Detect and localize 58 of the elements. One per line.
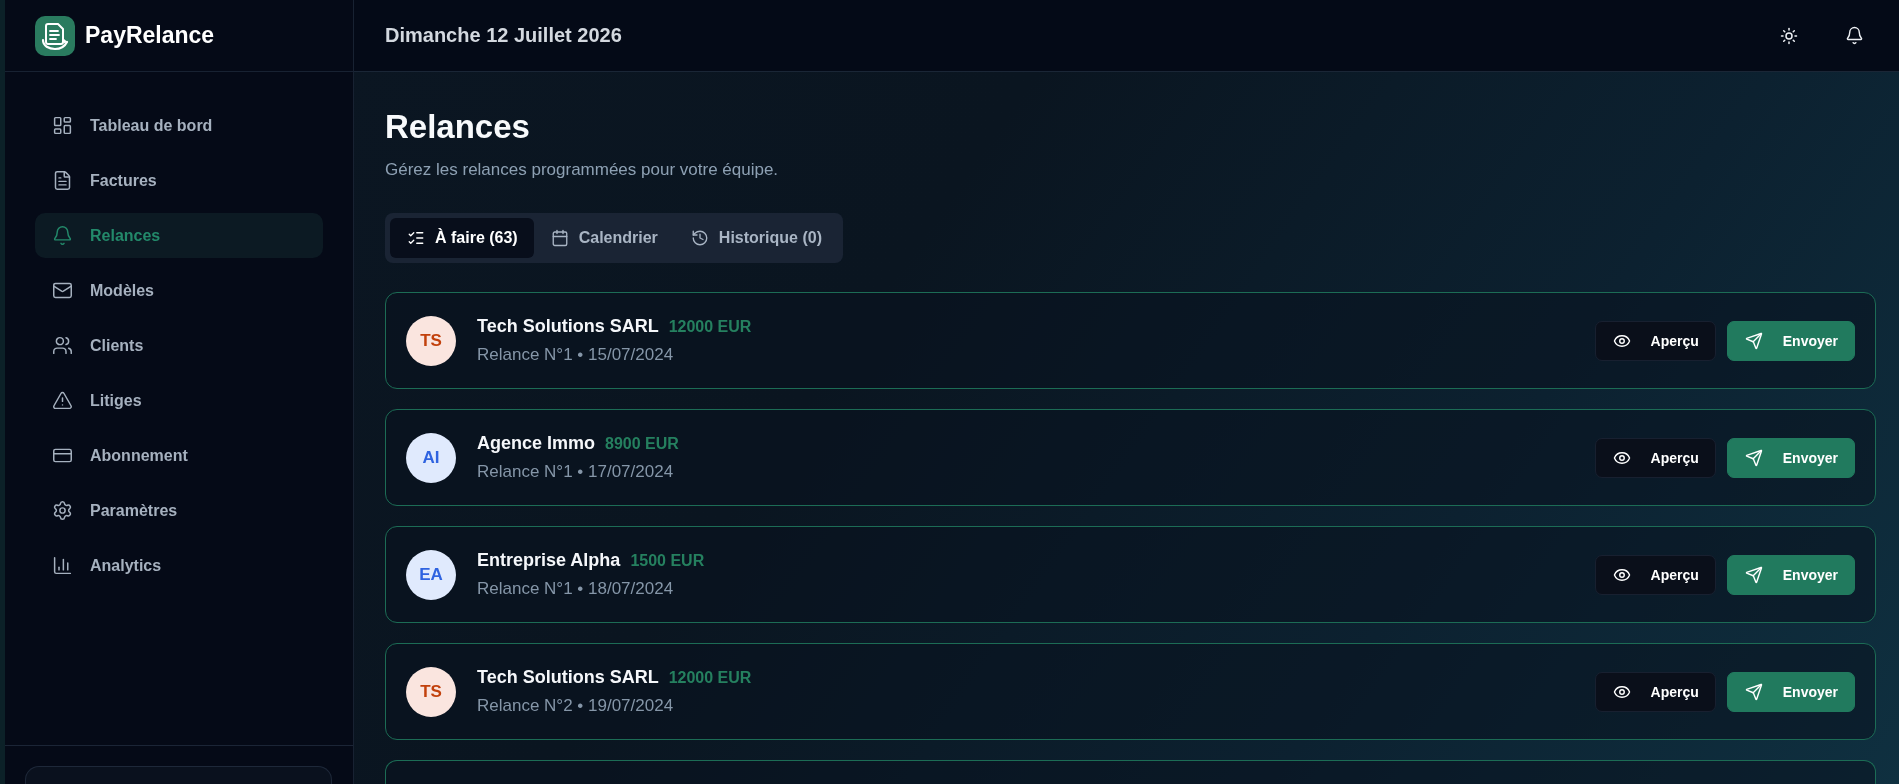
tab[interactable]: Calendrier <box>533 218 674 258</box>
client-avatar: TS <box>406 315 456 366</box>
send-button[interactable]: Envoyer <box>1726 320 1855 361</box>
brand-name: PayRelance <box>85 22 215 49</box>
amount: 8900 EUR <box>605 434 679 454</box>
tab[interactable]: À faire (63) <box>390 218 534 258</box>
envelope-icon <box>52 280 73 301</box>
bell-icon <box>52 225 73 246</box>
sidebar-item[interactable]: Paramètres <box>35 488 323 533</box>
sidebar-item[interactable]: Litiges <box>35 378 323 423</box>
send-button[interactable]: Envoyer <box>1726 554 1855 595</box>
paper-plane-icon <box>1744 331 1763 350</box>
calendar-icon <box>550 229 569 247</box>
warning-icon <box>52 390 73 411</box>
paper-plane-icon <box>1744 448 1763 467</box>
dashboard-grid-icon <box>52 115 73 136</box>
client-name: Entreprise Alpha <box>477 549 621 572</box>
amount: 12000 EUR <box>668 668 752 688</box>
sidebar-item[interactable]: Factures <box>35 158 323 203</box>
tab[interactable]: Historique (0) <box>673 218 838 258</box>
page-subtitle: Gérez les relances programmées pour votre équipe. <box>385 159 779 181</box>
amount: 12000 EUR <box>668 317 752 337</box>
page-title: Relances <box>385 107 530 147</box>
settings-icon <box>52 500 73 521</box>
client-avatar: TS <box>406 666 456 717</box>
send-button[interactable]: Envoyer <box>1726 437 1855 478</box>
preview-button[interactable]: Aperçu <box>1594 554 1716 595</box>
reminder-detail: Relance N°1 • 15/07/2024 <box>477 344 675 366</box>
bell-icon <box>1844 26 1864 45</box>
sidebar-item[interactable]: Clients <box>35 323 323 368</box>
users-icon <box>52 335 73 356</box>
logo-icon <box>35 15 75 56</box>
history-icon <box>690 229 709 247</box>
checklist-icon <box>407 229 425 247</box>
reminder-detail: Relance N°1 • 17/07/2024 <box>477 461 675 483</box>
reminder-detail: Relance N°2 • 19/07/2024 <box>477 695 675 717</box>
paper-plane-icon <box>1744 565 1763 584</box>
sidebar-item[interactable]: Relances <box>35 213 323 258</box>
send-button[interactable]: Envoyer <box>1726 671 1855 712</box>
client-name: Tech Solutions SARL <box>477 315 659 338</box>
client-name: Tech Solutions SARL <box>477 666 659 689</box>
sidebar-item[interactable]: Modèles <box>35 268 323 313</box>
sidebar-item[interactable]: Tableau de bord <box>35 103 323 148</box>
document-icon <box>52 170 73 191</box>
client-avatar: EA <box>406 549 456 600</box>
preview-button[interactable]: Aperçu <box>1594 437 1716 478</box>
client-name: Agence Immo <box>477 432 596 455</box>
reminder-detail: Relance N°1 • 18/07/2024 <box>477 578 675 600</box>
preview-button[interactable]: Aperçu <box>1594 320 1716 361</box>
current-date: Dimanche 12 Juillet 2026 <box>385 24 622 47</box>
sidebar-item[interactable]: Analytics <box>35 543 323 588</box>
sidebar-item[interactable]: Abonnement <box>35 433 323 478</box>
client-avatar: AI <box>406 432 456 483</box>
sun-icon <box>1780 26 1798 45</box>
bar-chart-icon <box>52 555 73 576</box>
amount: 1500 EUR <box>630 551 705 571</box>
paper-plane-icon <box>1744 682 1763 701</box>
preview-button[interactable]: Aperçu <box>1594 671 1716 712</box>
